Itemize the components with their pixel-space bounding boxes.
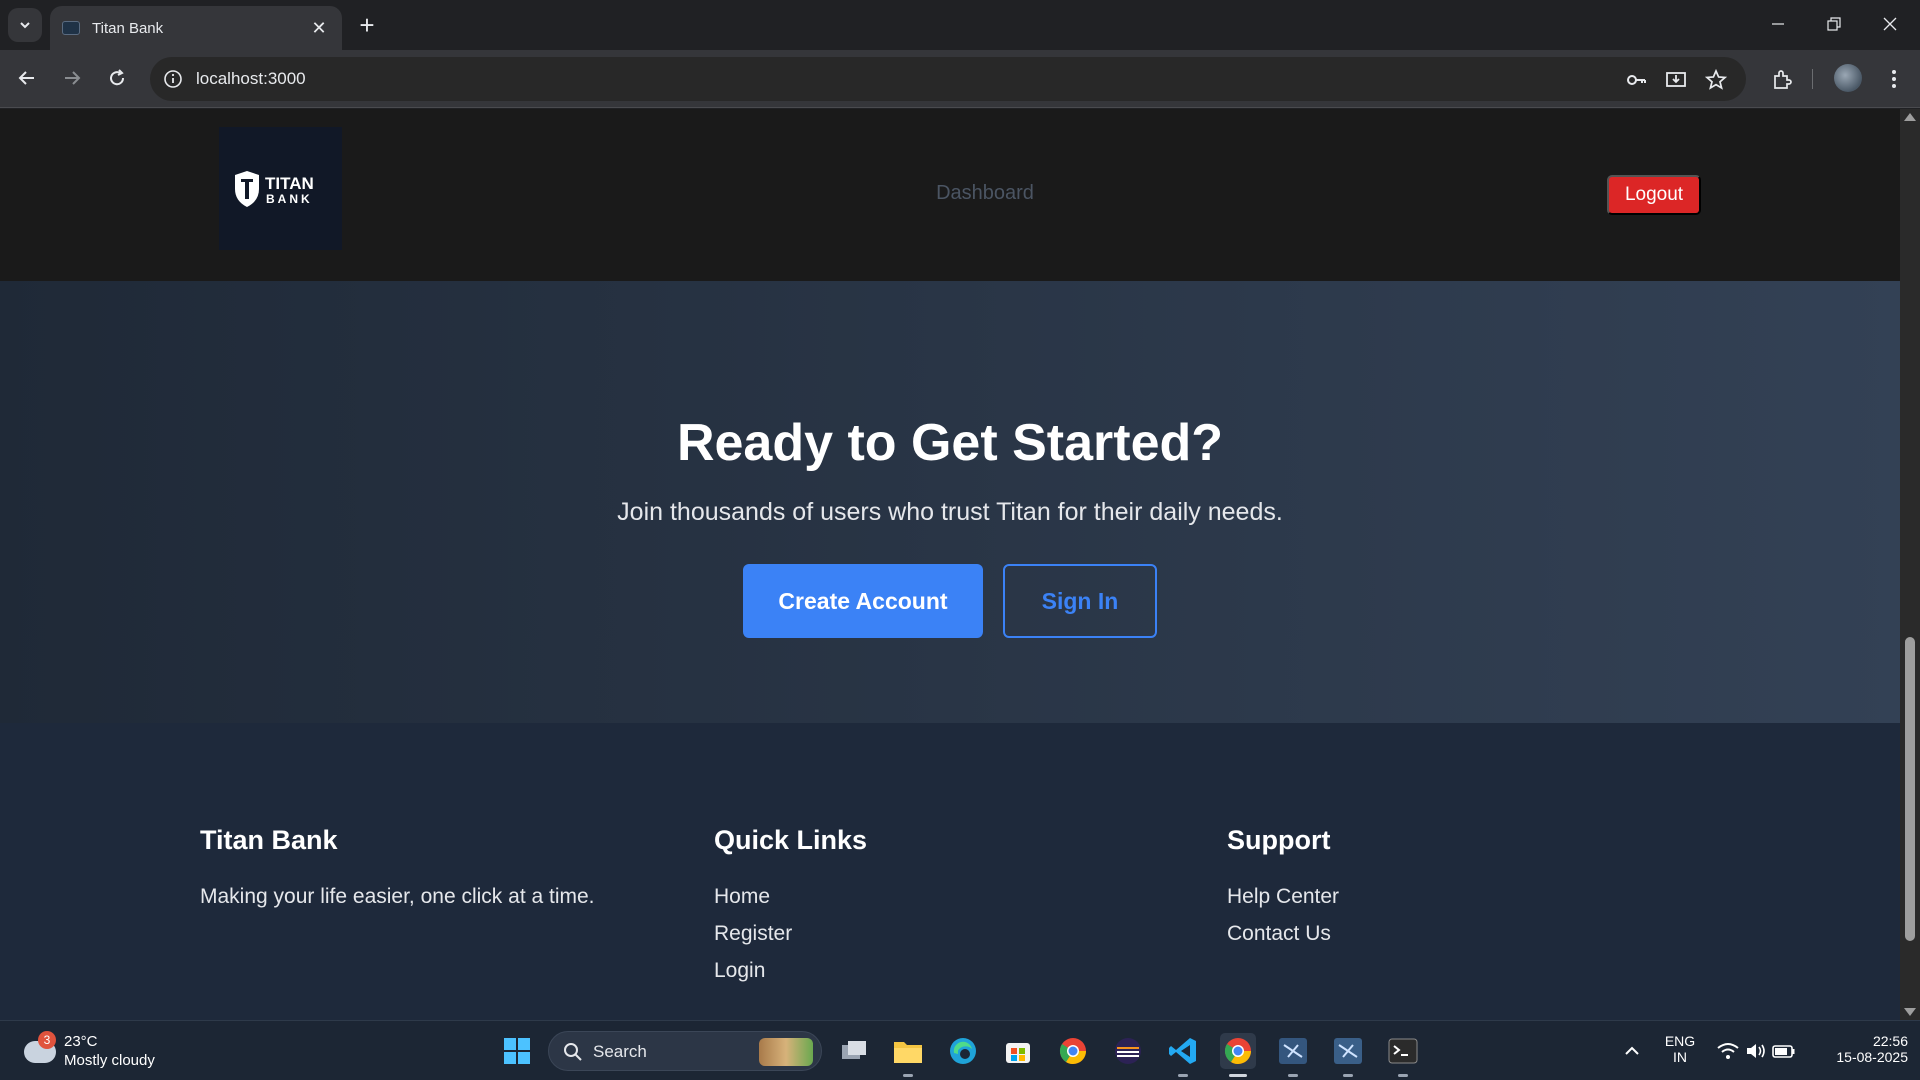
restore-button[interactable] (1806, 0, 1862, 48)
page-viewport: TITAN BANK Dashboard Logout Ready to Get… (0, 109, 1900, 1020)
footer-link-help-center[interactable]: Help Center (1227, 878, 1339, 915)
minimize-button[interactable] (1750, 0, 1806, 48)
weather-condition: Mostly cloudy (64, 1052, 155, 1069)
forward-button[interactable] (55, 61, 89, 95)
new-tab-button[interactable]: + (352, 10, 382, 40)
weather-temperature: 23°C (64, 1033, 98, 1050)
scrollbar-thumb[interactable] (1905, 637, 1915, 941)
search-icon (564, 1043, 582, 1061)
search-highlight-icon (759, 1038, 813, 1066)
chrome-active-icon[interactable] (1220, 1033, 1256, 1077)
search-label: Search (593, 1042, 647, 1061)
chevron-down-icon (20, 22, 30, 29)
page-scrollbar[interactable] (1900, 109, 1920, 1020)
minimize-icon (1772, 23, 1784, 25)
terminal-icon[interactable] (1385, 1033, 1421, 1077)
taskbar: 3 23°C Mostly cloudy Search ENG IN 22:56… (0, 1020, 1920, 1080)
site-header: TITAN BANK Dashboard Logout (0, 109, 1900, 281)
site-favicon-icon (62, 21, 80, 35)
close-window-button[interactable] (1862, 0, 1918, 48)
reload-button[interactable] (100, 61, 134, 95)
edge-icon[interactable] (945, 1033, 981, 1069)
sign-in-button[interactable]: Sign In (1003, 564, 1157, 638)
browser-tab-strip: Titan Bank ✕ + (0, 0, 1920, 50)
footer-tagline: Making your life easier, one click at a … (200, 885, 595, 908)
nav-link-dashboard[interactable]: Dashboard (880, 182, 1090, 205)
browser-tab[interactable]: Titan Bank ✕ (50, 6, 342, 50)
footer-quick-links-title: Quick Links (714, 825, 868, 855)
scroll-up-arrow-icon[interactable] (1904, 113, 1916, 121)
store-icon[interactable] (1000, 1033, 1036, 1069)
tab-title: Titan Bank (92, 19, 164, 37)
close-icon (1883, 17, 1897, 31)
footer-support-title: Support (1227, 825, 1331, 855)
clock-time: 22:56 (1872, 1033, 1908, 1049)
browser-toolbar: localhost:3000 (0, 50, 1920, 108)
profile-avatar[interactable] (1834, 64, 1862, 92)
running-indicator (903, 1074, 913, 1077)
file-explorer-icon[interactable] (890, 1033, 926, 1077)
site-info-icon[interactable] (162, 68, 184, 90)
install-app-icon[interactable] (1664, 68, 1688, 92)
reload-icon (110, 69, 125, 86)
password-key-icon[interactable] (1624, 68, 1648, 92)
url-text[interactable]: localhost:3000 (196, 69, 306, 89)
running-indicator (1288, 1074, 1298, 1077)
footer-link-home[interactable]: Home (714, 878, 867, 915)
app-icon[interactable] (1275, 1033, 1311, 1077)
region-code: IN (1673, 1049, 1687, 1065)
clock[interactable]: 22:56 15-08-2025 (1808, 1033, 1908, 1065)
tray-overflow-chevron-icon[interactable] (1614, 1033, 1650, 1069)
clock-date: 15-08-2025 (1836, 1049, 1908, 1065)
cta-subheading: Join thousands of users who trust Titan … (617, 498, 1283, 526)
toolbar-divider (1812, 69, 1813, 89)
battery-icon[interactable] (1766, 1033, 1802, 1069)
menu-kebab-icon[interactable] (1880, 65, 1908, 93)
app-icon[interactable] (1330, 1033, 1366, 1077)
back-button[interactable] (10, 61, 44, 95)
cta-section: Ready to Get Started? Join thousands of … (0, 281, 1900, 723)
footer-link-register[interactable]: Register (714, 915, 867, 952)
eclipse-icon[interactable] (1110, 1033, 1146, 1069)
bookmark-star-icon[interactable] (1704, 68, 1728, 92)
windows-start-icon[interactable] (499, 1033, 535, 1069)
forward-arrow-icon (65, 71, 81, 85)
create-account-button[interactable]: Create Account (743, 564, 983, 638)
address-bar[interactable]: localhost:3000 (150, 57, 1746, 101)
weather-badge: 3 (38, 1031, 56, 1049)
tab-search-button[interactable] (8, 8, 42, 42)
scroll-down-arrow-icon[interactable] (1904, 1008, 1916, 1016)
taskbar-search[interactable]: Search (548, 1031, 822, 1071)
footer-brand-title: Titan Bank (200, 825, 338, 855)
weather-widget[interactable]: 3 23°C Mostly cloudy (20, 1031, 200, 1073)
footer-link-login[interactable]: Login (714, 952, 867, 989)
back-arrow-icon (18, 71, 34, 85)
cta-heading: Ready to Get Started? (676, 414, 1224, 472)
running-indicator (1343, 1074, 1353, 1077)
footer-brand-column: Titan Bank Making your life easier, one … (200, 825, 595, 915)
logout-button[interactable]: Logout (1607, 175, 1701, 215)
restore-icon (1827, 17, 1841, 31)
language-code: ENG (1664, 1033, 1696, 1049)
vscode-icon[interactable] (1165, 1033, 1201, 1077)
task-view-icon[interactable] (836, 1033, 872, 1069)
running-indicator (1398, 1074, 1408, 1077)
chrome-icon[interactable] (1055, 1033, 1091, 1069)
footer-quick-links-column: Quick Links Home Register Login (714, 825, 867, 989)
svg-text:TITAN: TITAN (265, 174, 314, 193)
footer-support-column: Support Help Center Contact Us (1227, 825, 1339, 952)
footer-link-contact-us[interactable]: Contact Us (1227, 915, 1339, 952)
svg-text:BANK: BANK (266, 192, 313, 206)
active-indicator (1229, 1074, 1247, 1077)
running-indicator (1178, 1074, 1188, 1077)
extensions-icon[interactable] (1768, 65, 1796, 93)
language-indicator[interactable]: ENG IN (1656, 1033, 1704, 1065)
close-tab-icon[interactable]: ✕ (308, 18, 330, 39)
site-footer: Titan Bank Making your life easier, one … (0, 723, 1900, 1020)
titan-bank-logo[interactable]: TITAN BANK (219, 127, 342, 250)
logo-image: TITAN BANK (234, 170, 314, 207)
